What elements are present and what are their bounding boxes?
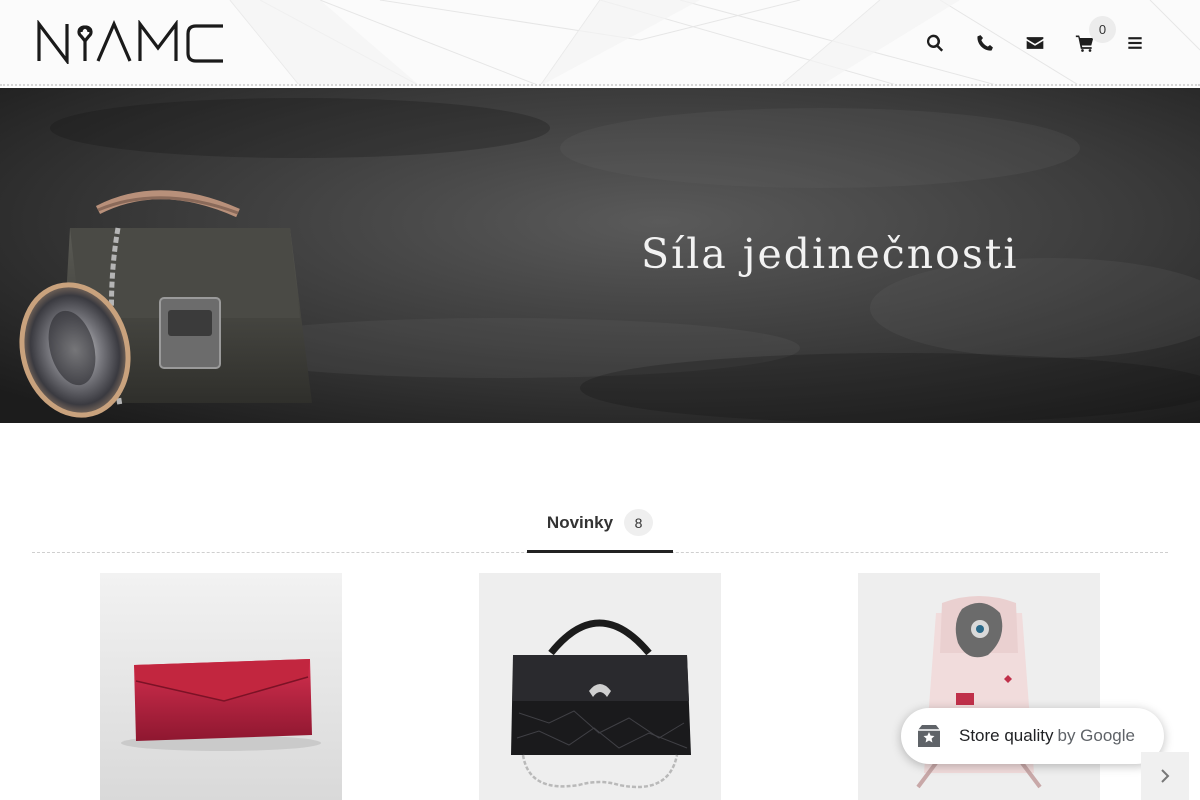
product-card-black-handbag[interactable] — [479, 573, 721, 800]
store-quality-text: Store quality by Google — [959, 726, 1135, 746]
logo[interactable] — [36, 20, 226, 64]
header-actions — [910, 24, 1160, 62]
cart-count-badge: 0 — [1089, 16, 1116, 43]
search-icon — [926, 34, 944, 52]
hero-banner[interactable]: Síla jedinečnosti — [0, 88, 1200, 423]
search-button[interactable] — [910, 24, 960, 62]
store-quality-badge[interactable]: Store quality by Google — [901, 708, 1164, 764]
store-quality-label: Store quality — [959, 726, 1054, 745]
site-header: 0 — [0, 0, 1200, 86]
envelope-icon — [1026, 37, 1044, 49]
tab-novinky[interactable]: Novinky 8 — [527, 495, 673, 553]
hero-background — [0, 88, 1200, 423]
page: 0 Síla jedinečnosti Novinky 8 Store qual… — [0, 0, 1200, 800]
carousel-next-button[interactable] — [1141, 752, 1189, 800]
product-image-pink-backpack — [858, 573, 1100, 800]
menu-icon — [1128, 37, 1142, 49]
menu-button[interactable] — [1110, 24, 1160, 62]
product-card-pink-backpack[interactable] — [858, 573, 1100, 800]
product-image-red-wallet — [100, 573, 342, 800]
product-tabs: Novinky 8 — [32, 495, 1168, 553]
product-image-black-handbag — [479, 573, 721, 800]
chevron-right-icon — [1161, 769, 1170, 783]
phone-icon — [977, 35, 993, 51]
tab-count-badge: 8 — [624, 509, 654, 536]
email-button[interactable] — [1010, 24, 1060, 62]
store-quality-by: by Google — [1057, 726, 1136, 745]
store-quality-icon — [918, 725, 940, 747]
hero-title: Síla jedinečnosti — [641, 230, 1019, 278]
product-card-red-wallet[interactable] — [100, 573, 342, 800]
tab-label: Novinky — [546, 512, 614, 532]
phone-button[interactable] — [960, 24, 1010, 62]
